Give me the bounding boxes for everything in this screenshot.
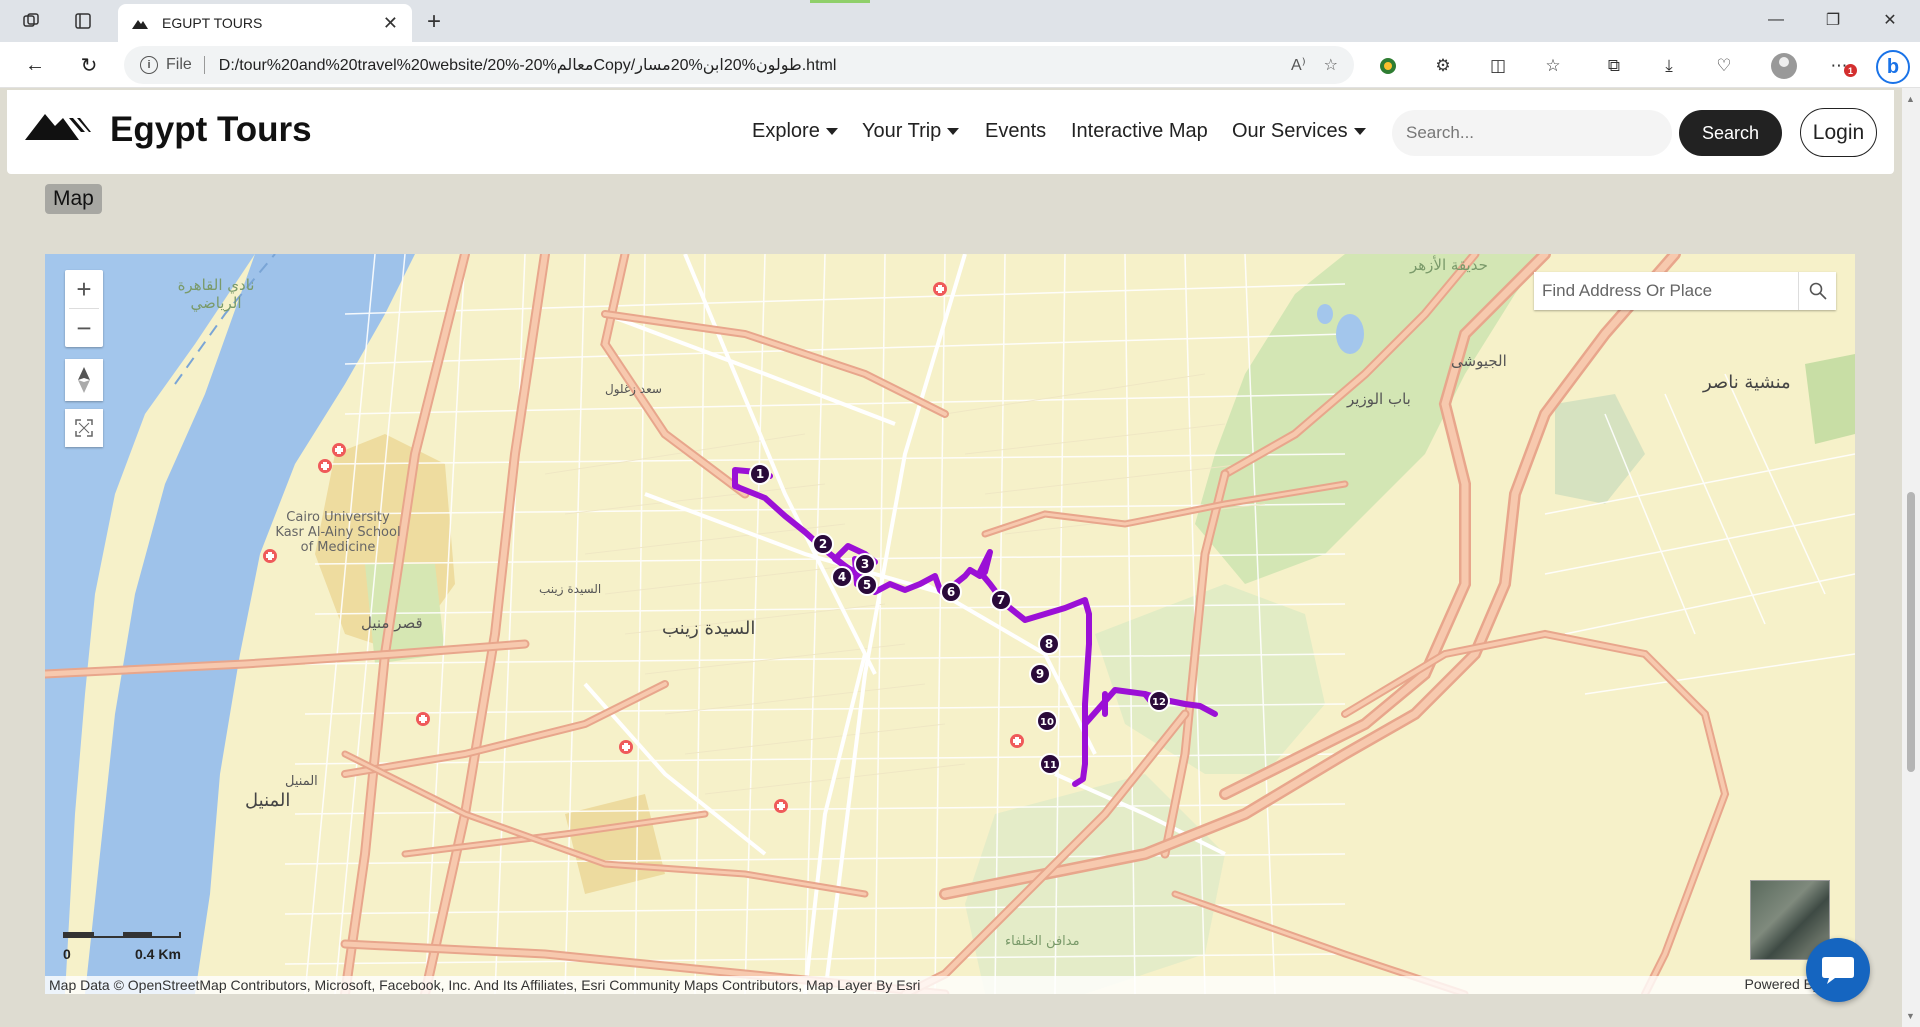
chevron-down-icon bbox=[825, 128, 838, 136]
scrollbar-thumb[interactable] bbox=[1907, 492, 1915, 772]
route-stop-5[interactable]: 5 bbox=[856, 574, 878, 596]
read-aloud-icon[interactable]: A⁾ bbox=[1291, 55, 1306, 75]
minimize-icon[interactable]: — bbox=[1756, 6, 1796, 34]
route-stop-4[interactable]: 4 bbox=[831, 566, 853, 588]
mountain-favicon-icon bbox=[132, 15, 148, 31]
svg-text:3: 3 bbox=[861, 557, 869, 571]
address-bar[interactable]: i File D:/tour%20and%20travel%20website/… bbox=[124, 46, 1354, 84]
route-stop-6[interactable]: 6 bbox=[940, 581, 962, 603]
scale-bar-graphic bbox=[63, 932, 181, 938]
address-bar-row: ← ↻ i File D:/tour%20and%20travel%20webs… bbox=[0, 42, 1920, 88]
copilot-icon[interactable]: b bbox=[1876, 50, 1910, 84]
search-button[interactable]: Search bbox=[1679, 110, 1782, 156]
compass-icon[interactable] bbox=[65, 359, 103, 401]
site-search-input[interactable] bbox=[1392, 110, 1672, 156]
browser-tab-bar: EGUPT TOURS ✕ + — ❐ ✕ bbox=[0, 0, 1920, 42]
svg-text:12: 12 bbox=[1152, 697, 1166, 708]
restore-icon[interactable]: ❐ bbox=[1813, 6, 1853, 34]
collections-icon[interactable]: ⧉ bbox=[1602, 54, 1626, 78]
address-separator bbox=[203, 56, 205, 74]
chevron-down-icon bbox=[947, 128, 960, 136]
new-tab-icon[interactable]: + bbox=[420, 8, 448, 36]
tab-title: EGUPT TOURS bbox=[162, 15, 263, 31]
nav-interactive-map[interactable]: Interactive Map bbox=[1071, 120, 1208, 143]
svg-text:4: 4 bbox=[838, 570, 846, 584]
nav-events[interactable]: Events bbox=[985, 120, 1046, 143]
page-scrollbar[interactable]: ▲ ▼ bbox=[1902, 88, 1920, 1027]
site-header: Egypt Tours Explore Your Trip Events Int… bbox=[7, 90, 1894, 174]
site-logo-text[interactable]: Egypt Tours bbox=[110, 110, 312, 150]
svg-text:1: 1 bbox=[756, 467, 764, 481]
scale-start-label: 0 bbox=[63, 946, 71, 962]
walking-route: 12345 6789101112 bbox=[732, 463, 1218, 787]
profile-avatar[interactable] bbox=[1771, 53, 1797, 79]
svg-text:7: 7 bbox=[997, 593, 1005, 607]
route-stop-2[interactable]: 2 bbox=[812, 533, 834, 555]
interactive-map[interactable]: السيدة زينب منشية ناصر المنيل قصر منيل ب… bbox=[45, 254, 1855, 994]
map-scale-bar: 0 0.4 Km bbox=[63, 932, 193, 972]
workspaces-icon[interactable] bbox=[18, 8, 44, 34]
svg-text:6: 6 bbox=[947, 585, 955, 599]
browser-essentials-icon[interactable]: ♡ bbox=[1712, 54, 1736, 78]
route-stop-9[interactable]: 9 bbox=[1029, 663, 1051, 685]
close-window-icon[interactable]: ✕ bbox=[1870, 6, 1910, 34]
extension-globe-icon[interactable] bbox=[1376, 54, 1400, 78]
reload-icon[interactable]: ↻ bbox=[74, 50, 104, 80]
split-screen-icon[interactable]: ◫ bbox=[1486, 54, 1510, 78]
map-search-input[interactable] bbox=[1534, 272, 1798, 310]
route-stop-3[interactable]: 3 bbox=[854, 553, 876, 575]
route-stop-12[interactable]: 12 bbox=[1148, 690, 1170, 712]
extensions-puzzle-icon[interactable]: ⚙ bbox=[1431, 54, 1455, 78]
route-stop-8[interactable]: 8 bbox=[1038, 633, 1060, 655]
zoom-control: + − bbox=[65, 270, 103, 347]
attribution-text: Map Data © OpenStreetMap Contributors, M… bbox=[49, 977, 921, 993]
svg-text:10: 10 bbox=[1040, 717, 1054, 728]
svg-text:11: 11 bbox=[1043, 760, 1057, 771]
scale-end-label: 0.4 Km bbox=[135, 946, 181, 962]
scroll-up-icon[interactable]: ▲ bbox=[1906, 94, 1915, 104]
tab-actions-icon[interactable] bbox=[70, 8, 96, 34]
downloads-icon[interactable]: ⤓ bbox=[1657, 54, 1681, 78]
map-search-widget bbox=[1534, 272, 1836, 310]
nav-your-trip[interactable]: Your Trip bbox=[862, 120, 960, 143]
map-attribution: Map Data © OpenStreetMap Contributors, M… bbox=[45, 976, 1855, 994]
favorites-icon[interactable]: ☆ bbox=[1541, 54, 1565, 78]
zoom-in-button[interactable]: + bbox=[65, 270, 103, 308]
route-stop-1[interactable]: 1 bbox=[749, 463, 771, 485]
mountain-logo-icon[interactable] bbox=[25, 108, 91, 144]
zoom-out-button[interactable]: − bbox=[65, 309, 103, 347]
route-line bbox=[732, 467, 1218, 787]
svg-text:9: 9 bbox=[1036, 667, 1044, 681]
close-tab-icon[interactable]: ✕ bbox=[383, 13, 398, 34]
nav-explore[interactable]: Explore bbox=[752, 120, 838, 143]
info-icon[interactable]: i bbox=[140, 56, 158, 74]
route-stop-7[interactable]: 7 bbox=[990, 589, 1012, 611]
svg-text:5: 5 bbox=[863, 578, 871, 592]
login-button[interactable]: Login bbox=[1800, 108, 1877, 157]
scroll-down-icon[interactable]: ▼ bbox=[1906, 1011, 1915, 1021]
notification-badge: 1 bbox=[1844, 64, 1857, 77]
tab-accent-line bbox=[810, 0, 870, 3]
back-icon[interactable]: ← bbox=[20, 50, 50, 80]
svg-text:2: 2 bbox=[819, 537, 827, 551]
favorite-star-icon[interactable]: ☆ bbox=[1324, 55, 1338, 75]
map-search-icon[interactable] bbox=[1798, 272, 1836, 310]
active-tab[interactable]: EGUPT TOURS ✕ bbox=[118, 4, 412, 42]
chat-bubble-icon[interactable] bbox=[1806, 938, 1870, 1002]
route-markers: 12345 6789101112 bbox=[749, 463, 1170, 775]
chevron-down-icon bbox=[1353, 128, 1366, 136]
svg-text:8: 8 bbox=[1045, 637, 1053, 651]
nav-our-services[interactable]: Our Services bbox=[1232, 120, 1366, 143]
map-section-label: Map bbox=[45, 184, 102, 214]
route-stop-10[interactable]: 10 bbox=[1036, 710, 1058, 732]
fullscreen-icon[interactable] bbox=[65, 409, 103, 447]
page-content: Egypt Tours Explore Your Trip Events Int… bbox=[0, 88, 1920, 1027]
route-stop-11[interactable]: 11 bbox=[1039, 753, 1061, 775]
file-label: File bbox=[166, 56, 192, 73]
url-text[interactable]: D:/tour%20and%20travel%20website/20%-20%… bbox=[219, 55, 1273, 75]
